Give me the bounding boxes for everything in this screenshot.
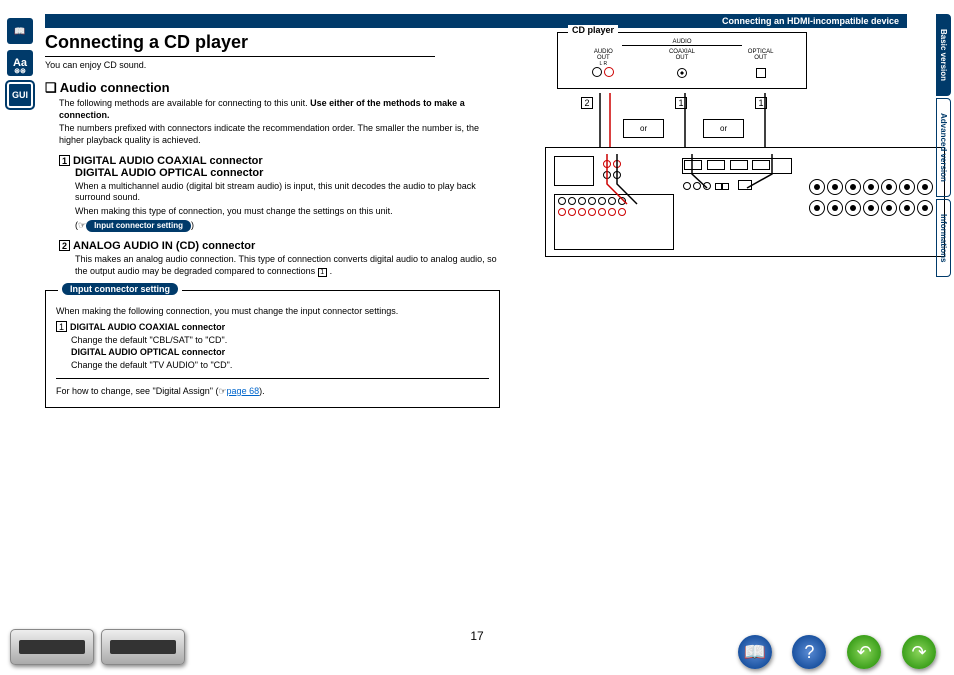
optical-out-port: OPTICAL OUT	[736, 49, 786, 80]
method-desc: The following methods are available for …	[59, 98, 505, 121]
order-desc: The numbers prefixed with connectors ind…	[59, 123, 505, 146]
num-2-box: 2	[59, 240, 70, 251]
left-icon-bar: 📖 Aa⊛⊛ GUI	[7, 18, 35, 114]
conn2-desc: This makes an analog audio connection. T…	[75, 254, 505, 277]
settings-intro: When making the following connection, yo…	[56, 305, 489, 318]
tab-informations[interactable]: Informations	[936, 199, 951, 277]
breadcrumb: Connecting an HDMI-incompatible device	[45, 14, 907, 28]
tab-advanced[interactable]: Advanced version	[936, 98, 951, 197]
device-front-button[interactable]	[10, 629, 94, 665]
speaker-terminals	[808, 178, 934, 220]
tab-basic[interactable]: Basic version	[936, 14, 951, 96]
bottom-nav-bar: 17 📖 ? ↶ ↷	[10, 629, 944, 669]
right-tab-bar: Basic version Advanced version Informati…	[936, 14, 954, 279]
input-connector-settings-box: Input connector setting When making the …	[45, 290, 500, 409]
connection-diagram: CD player AUDIO AUDIO OUT L R COAXIAL OU…	[545, 32, 945, 257]
connector-1-heading: 1DIGITAL AUDIO COAXIAL connector DIGITAL…	[59, 155, 505, 179]
num-1-box: 1	[59, 155, 70, 166]
cd-player-box: CD player AUDIO AUDIO OUT L R COAXIAL OU…	[557, 32, 807, 89]
page-number: 17	[470, 629, 483, 643]
receiver-rear-panel	[545, 147, 945, 257]
back-button[interactable]: ↶	[847, 635, 881, 669]
conn1-note: When making this type of connection, you…	[75, 206, 505, 218]
settings-title-badge: Input connector setting	[62, 283, 178, 295]
contents-button[interactable]: 📖	[738, 635, 772, 669]
input-connector-badge[interactable]: Input connector setting	[86, 220, 191, 232]
intro-text: You can enjoy CD sound.	[45, 60, 505, 70]
conn1-desc: When a multichannel audio (digital bit s…	[75, 181, 505, 204]
page-68-link[interactable]: page 68	[227, 386, 260, 396]
forward-button[interactable]: ↷	[902, 635, 936, 669]
settings-item-1: 1DIGITAL AUDIO COAXIAL connector Change …	[56, 321, 489, 371]
device-rear-button[interactable]	[101, 629, 185, 665]
book-icon[interactable]: 📖	[7, 18, 33, 44]
help-button[interactable]: ?	[792, 635, 826, 669]
connector-2-heading: 2ANALOG AUDIO IN (CD) connector	[59, 240, 505, 252]
glossary-icon[interactable]: Aa⊛⊛	[7, 50, 33, 76]
audio-connection-heading: ❏ Audio connection	[45, 80, 505, 96]
audio-out-port: AUDIO OUT L R	[578, 49, 628, 80]
coaxial-out-port: COAXIAL OUT	[657, 49, 707, 80]
gui-icon[interactable]: GUI	[7, 82, 33, 108]
conn1-badge-line: (☞Input connector setting)	[75, 220, 505, 232]
page-title: Connecting a CD player	[45, 32, 435, 57]
settings-footer: For how to change, see "Digital Assign" …	[56, 385, 489, 398]
